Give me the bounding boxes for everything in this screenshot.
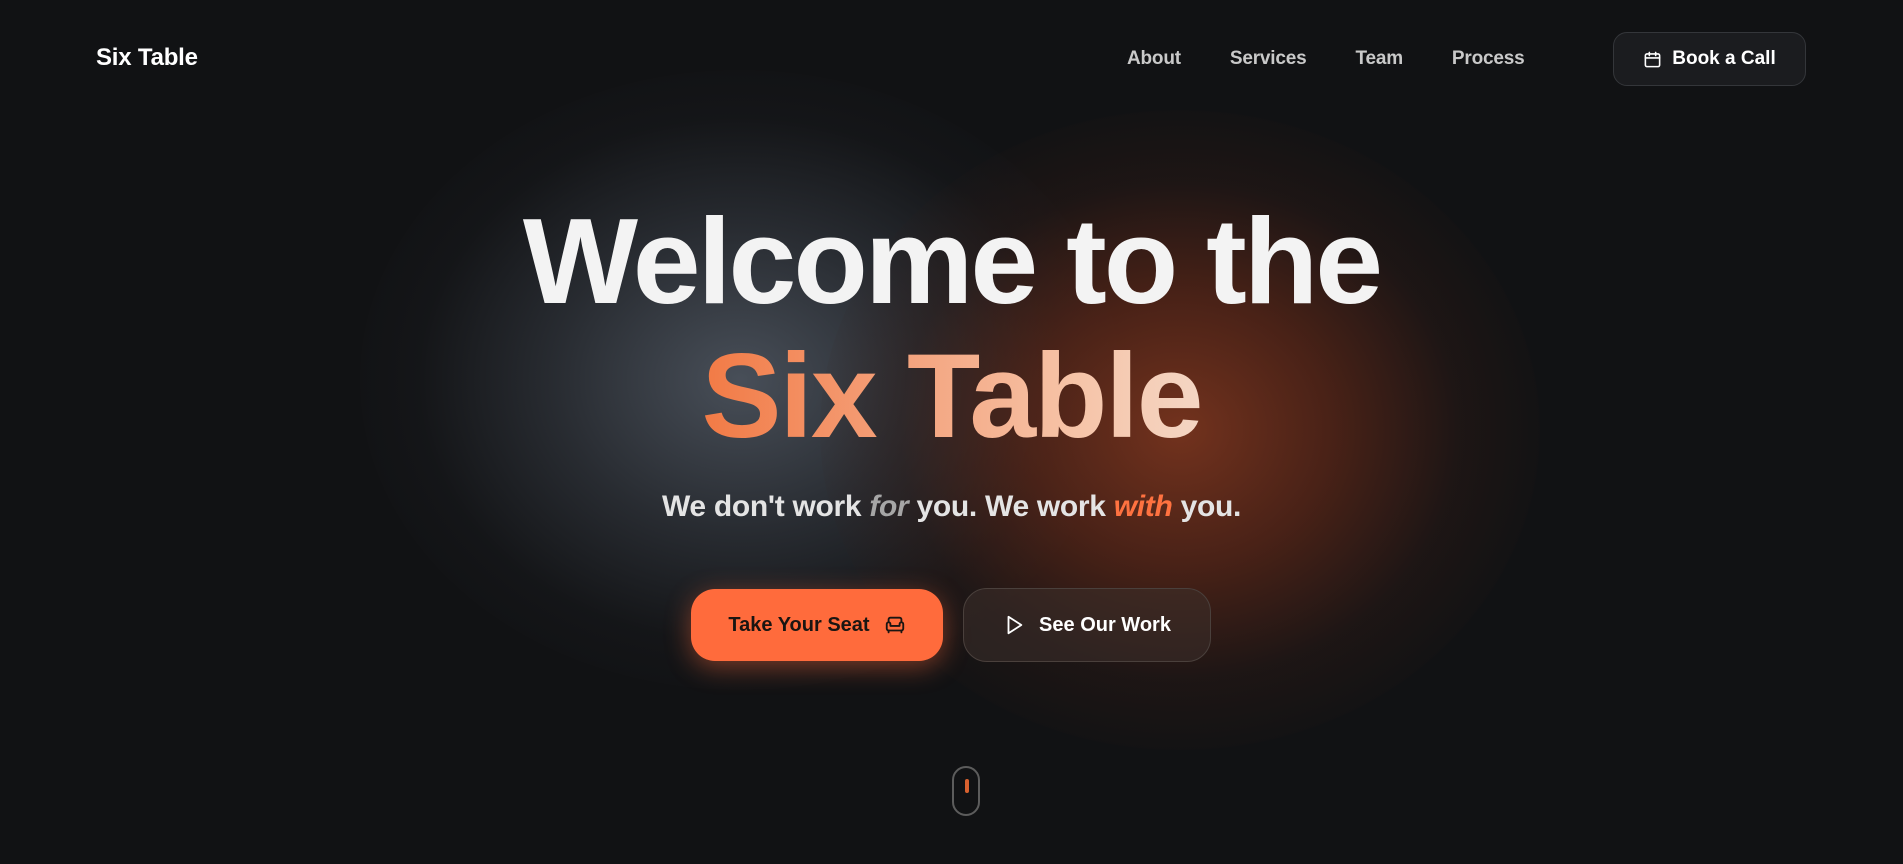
book-a-call-label: Book a Call	[1672, 48, 1776, 69]
take-your-seat-label: Take Your Seat	[728, 613, 870, 636]
tagline-part3: you.	[1172, 490, 1242, 523]
hero-title-line2: Six Table	[0, 336, 1903, 456]
tagline-part2: you. We work	[908, 490, 1114, 523]
armchair-icon	[885, 616, 904, 634]
calendar-icon	[1644, 51, 1661, 67]
see-our-work-label: See Our Work	[1039, 613, 1171, 636]
main-nav: About Services Team Process	[1127, 48, 1525, 70]
tagline-emphasis-for: for	[869, 490, 909, 523]
book-a-call-button[interactable]: Book a Call	[1613, 32, 1806, 86]
take-your-seat-button[interactable]: Take Your Seat	[691, 589, 943, 661]
tagline-part1: We don't work	[661, 490, 870, 523]
hero-tagline: We don't work for you. We work with you.	[0, 490, 1903, 524]
nav-item-services[interactable]: Services	[1230, 48, 1307, 70]
nav-item-process[interactable]: Process	[1452, 48, 1525, 70]
site-logo[interactable]: Six Table	[96, 44, 198, 72]
tagline-emphasis-with: with	[1113, 490, 1173, 523]
mouse-scroll-icon[interactable]	[952, 766, 980, 816]
hero-title-line1: Welcome to the	[522, 193, 1383, 329]
scroll-wheel-dot	[965, 779, 969, 793]
nav-item-team[interactable]: Team	[1355, 48, 1403, 70]
see-our-work-button[interactable]: See Our Work	[963, 588, 1211, 662]
hero-page: Six Table About Services Team Process Bo…	[0, 0, 1903, 864]
hero-title-brand: Six Table	[701, 329, 1204, 463]
play-icon	[1007, 615, 1023, 635]
nav-item-about[interactable]: About	[1127, 48, 1181, 70]
